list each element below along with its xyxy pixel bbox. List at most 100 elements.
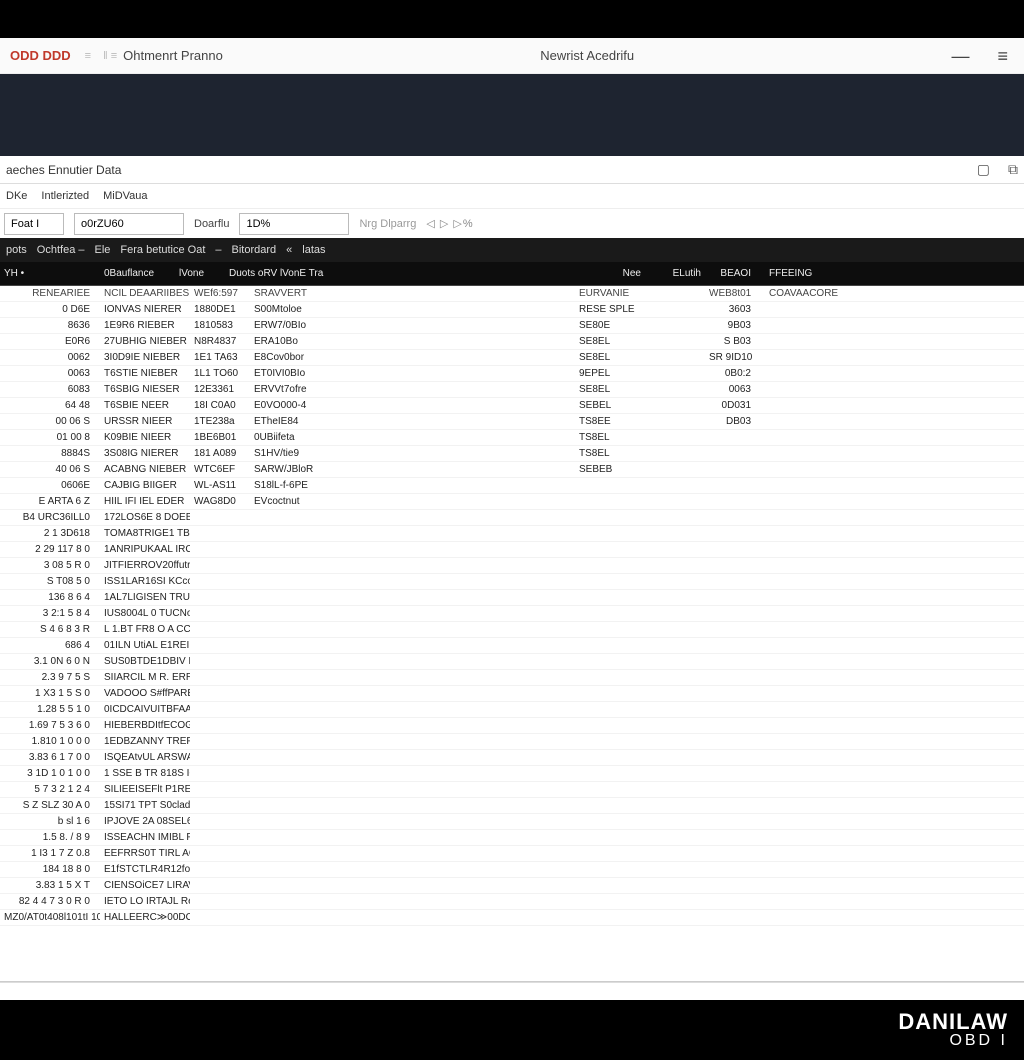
- nav-arrows-icon[interactable]: ◁ ▷ ▷%: [426, 217, 473, 230]
- table-row[interactable]: E0R627UBHIG NIEBERN8R4837ERA10BoSE8ELS B…: [0, 334, 1024, 350]
- table-row[interactable]: MZ0/AT0t408l101tI 10HALLEERC≫00DOELE8: [0, 910, 1024, 926]
- table-row[interactable]: 01 00 8K09BIE NIEER1BE6B010UBiifetaTS8EL: [0, 430, 1024, 446]
- table-row[interactable]: 0 D6EIONVAS NIERER1880DE1S00MtoloeRESE S…: [0, 302, 1024, 318]
- cell: [190, 816, 250, 827]
- table-row[interactable]: 184 18 8 0E1fSTCTLR4R12foVAushhi: [0, 862, 1024, 878]
- menu-item[interactable]: DKe: [6, 190, 27, 202]
- table-row[interactable]: 00 06 SURSSR NIEER1TE238aETheIE84TS8EEDB…: [0, 414, 1024, 430]
- tab-item[interactable]: pots: [6, 244, 27, 256]
- table-row[interactable]: 40 06 SACABNG NIEBERWTC6EFSARW/JBloRSEBE…: [0, 462, 1024, 478]
- table-row[interactable]: 2 1 3D618TOMA8TRIGE1 TBO8REH: [0, 526, 1024, 542]
- cell: 0D031: [705, 400, 765, 411]
- cell: b sl 1 6: [0, 816, 100, 827]
- filter-input-2[interactable]: [74, 213, 184, 235]
- cell: SIIARCIL M R. ERRAARRODE: [100, 672, 190, 683]
- menu-item[interactable]: Intlerizted: [41, 190, 89, 202]
- cell: TS8EL: [575, 432, 645, 443]
- cell: ERA10Bo: [250, 336, 570, 347]
- tab-item[interactable]: Bitordard: [232, 244, 277, 256]
- cell: 9B03: [705, 320, 765, 331]
- col-header[interactable]: Nee: [575, 268, 645, 279]
- table-row[interactable]: E ARTA 6 ZHIIL IFI IEL EDERWAG8D0EVcoctn…: [0, 494, 1024, 510]
- table-row[interactable]: S T08 5 0ISS1LAR16SI KCcoorost: [0, 574, 1024, 590]
- table-row[interactable]: 3 2:1 5 8 4IUS8004L 0 TUCNocrest: [0, 606, 1024, 622]
- col-header[interactable]: 0Bauflance: [100, 268, 175, 279]
- table-row[interactable]: 3.83 1 5 X TCIENSOiCE7 LIRAVANausa: [0, 878, 1024, 894]
- toolbar-label-1: Doarflu: [194, 218, 229, 230]
- table-row[interactable]: 5 7 3 2 1 2 4SILIEEISEFlt P1REfRPEFO-rez…: [0, 782, 1024, 798]
- table-row[interactable]: 1.69 7 5 3 6 0HIEBERBDItfECOGO6L6: [0, 718, 1024, 734]
- panel-icon[interactable]: ⧉: [1008, 161, 1018, 178]
- table-row[interactable]: 1.810 1 0 0 01EDBZANNY TREPOSU6R6: [0, 734, 1024, 750]
- cell: ISQEAtvUL ARSWANtee6: [100, 752, 190, 763]
- cell: [190, 592, 250, 603]
- tab-item[interactable]: Ele: [95, 244, 111, 256]
- col-header[interactable]: ELutih: [645, 268, 705, 279]
- table-row[interactable]: 136 8 6 41AL7LIGISEN TRUFGrnesss: [0, 590, 1024, 606]
- col-header[interactable]: FFEEING: [765, 268, 865, 279]
- table-row[interactable]: 2 29 117 8 01ANRIPUKAAL IRCorcont: [0, 542, 1024, 558]
- col-header[interactable]: lVone: [175, 268, 225, 279]
- table-row[interactable]: 686 401ILN UtiAL E1REIN61REL.: [0, 638, 1024, 654]
- cell: E0R6: [0, 336, 100, 347]
- filter-input-3[interactable]: [239, 213, 349, 235]
- tab-item[interactable]: Fera betutice Oat: [120, 244, 205, 256]
- cell: 1EDBZANNY TREPOSU6R6: [100, 736, 190, 747]
- col-header[interactable]: YH •: [0, 268, 100, 279]
- table-row[interactable]: 1 X3 1 5 S 0VADOOO S#ffPAREREDERIG: [0, 686, 1024, 702]
- cell: E ARTA 6 Z: [0, 496, 100, 507]
- table-row[interactable]: 3.1 0N 6 0 NSUS0BTDE1DBIV PAALLLLSc: [0, 654, 1024, 670]
- cell: N8R4837: [190, 336, 250, 347]
- cell: [190, 512, 250, 523]
- tab-sep: –: [215, 244, 221, 256]
- table-row[interactable]: 0063T6STIE NIEBER1L1 TO60ET0IVI0BIo9EPEL…: [0, 366, 1024, 382]
- table-row[interactable]: S Z SLZ 30 A 015SI71 TPT S0cladriaLotea: [0, 798, 1024, 814]
- table-row[interactable]: 3 08 5 R 0JITFIERROV20ffutrnilc: [0, 558, 1024, 574]
- menu-icon[interactable]: ≡: [997, 47, 1008, 65]
- tab-item[interactable]: latas: [302, 244, 325, 256]
- cell: 27UBHIG NIEBER: [100, 336, 190, 347]
- table-row[interactable]: 82 4 4 7 3 0 R 0IETO LO IRTAJL Repsvoubi…: [0, 894, 1024, 910]
- cell: [250, 512, 570, 523]
- table-row[interactable]: RENEARIEENCIL DEAARIIBESWEf6:597SRAVVERT…: [0, 286, 1024, 302]
- cell: 12E3361: [190, 384, 250, 395]
- table-row[interactable]: 3 1D 1 0 1 0 01 SSE B TR 818S I6E1E1E6: [0, 766, 1024, 782]
- table-row[interactable]: 1.5 8. / 8 9ISSEACHN IMIBL PCECLR: [0, 830, 1024, 846]
- filter-input-1[interactable]: [4, 213, 64, 235]
- minimize-icon[interactable]: ―: [951, 47, 969, 65]
- table-row[interactable]: 0606ECAJBIG BIIGERWL-AS11S18lL-f-6PE: [0, 478, 1024, 494]
- table-row[interactable]: 3.83 6 1 7 0 0ISQEAtvUL ARSWANtee6: [0, 750, 1024, 766]
- table-row[interactable]: 64 48T6SBIE NEER18I C0A0E0VO000-4SEBEL0D…: [0, 398, 1024, 414]
- cell: L 1.BT FR8 O A CCASturenct: [100, 624, 190, 635]
- col-header[interactable]: Duots oRV lVonE Tra: [225, 268, 575, 279]
- cell: [765, 432, 865, 443]
- cell: ET0IVI0BIo: [250, 368, 570, 379]
- table-row[interactable]: S 4 6 8 3 RL 1.BT FR8 O A CCASturenct: [0, 622, 1024, 638]
- cell: EVcoctnut: [250, 496, 570, 507]
- data-grid[interactable]: RENEARIEENCIL DEAARIIBESWEf6:597SRAVVERT…: [0, 286, 1024, 982]
- cell: 2.3 9 7 5 S: [0, 672, 100, 683]
- cell: 8636: [0, 320, 100, 331]
- table-row[interactable]: b sl 1 6IPJOVE 2A 08SEL6TBEDafe: [0, 814, 1024, 830]
- table-row[interactable]: B4 URC36ILL0172LOS6E 8 DOEBE8A0: [0, 510, 1024, 526]
- table-row[interactable]: 6083T6SBIG NIESER12E3361ERVVt7ofreSE8EL0…: [0, 382, 1024, 398]
- cell: [250, 592, 570, 603]
- maximize-icon[interactable]: ▢: [977, 161, 990, 178]
- cell: [190, 672, 250, 683]
- cell: 2 29 117 8 0: [0, 544, 100, 555]
- col-header[interactable]: BEAOI: [705, 268, 765, 279]
- table-row[interactable]: 1 I3 1 7 Z 0.8EEFRRS0T TIRL ACcorezz: [0, 846, 1024, 862]
- table-row[interactable]: 8884S3S08IG NIERER181 A089S1HV/tie9TS8EL: [0, 446, 1024, 462]
- cell: [190, 640, 250, 651]
- table-row[interactable]: 1.28 5 5 1 00ICDCAIVUITBFAANEvead: [0, 702, 1024, 718]
- cell: 2 1 3D618: [0, 528, 100, 539]
- cell: [250, 608, 570, 619]
- table-row[interactable]: 2.3 9 7 5 SSIIARCIL M R. ERRAARRODE: [0, 670, 1024, 686]
- table-row[interactable]: 00623I0D9IE NIEBER1E1 TA63E8Cov0borSE8EL…: [0, 350, 1024, 366]
- tab-item[interactable]: Ochtfea –: [37, 244, 85, 256]
- cell: E1fSTCTLR4R12foVAushhi: [100, 864, 190, 875]
- cell: 0606E: [0, 480, 100, 491]
- table-row[interactable]: 86361E9R6 RIEBER1810583ERW7/0BIoSE80E9B0…: [0, 318, 1024, 334]
- menu-item[interactable]: MiDVaua: [103, 190, 147, 202]
- cell: [190, 896, 250, 907]
